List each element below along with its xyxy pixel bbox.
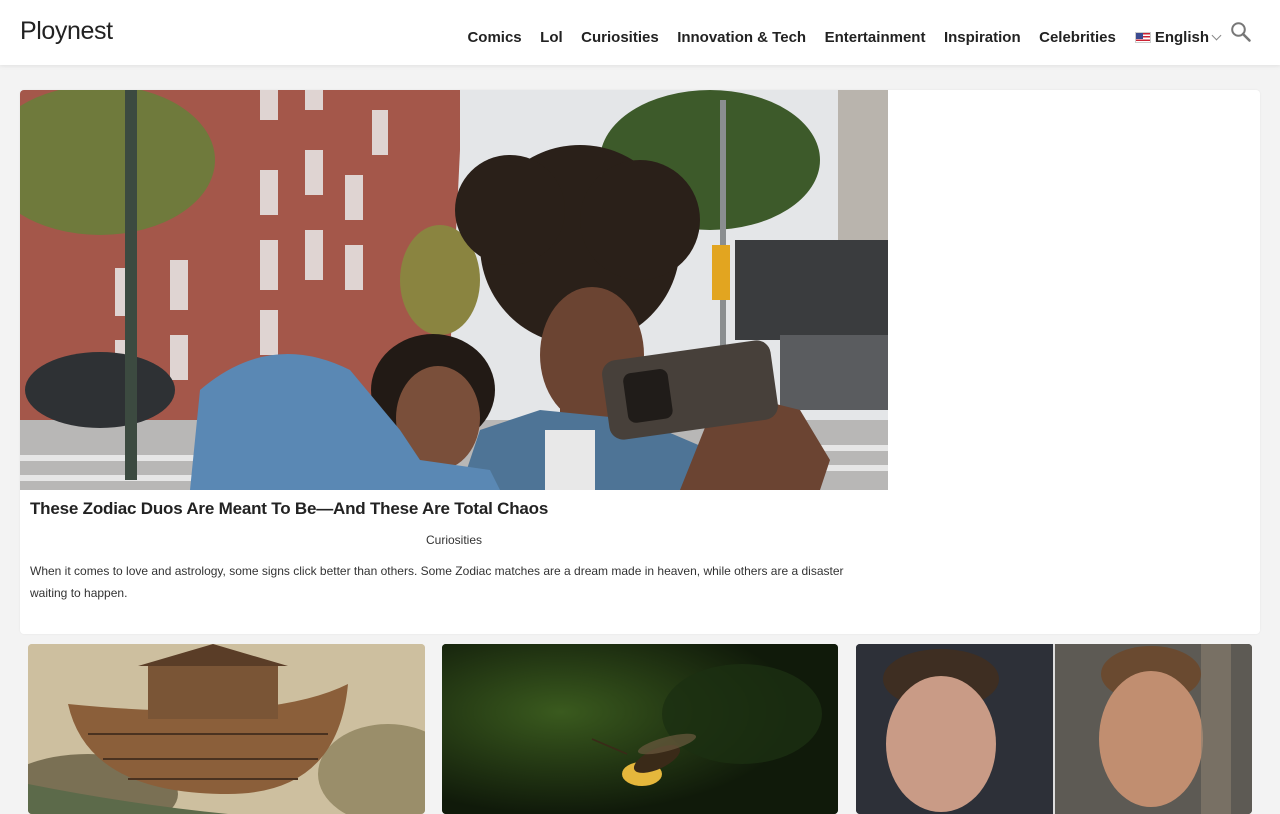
site-header: Ploynest Comics Lol Curiosities Innovati… xyxy=(0,0,1280,65)
featured-article-category[interactable]: Curiosities xyxy=(20,533,888,547)
article-card-ark[interactable] xyxy=(28,644,425,814)
nav-item-inspiration[interactable]: Inspiration xyxy=(944,22,1021,53)
featured-article-image[interactable] xyxy=(20,90,888,490)
nav-item-celebrities[interactable]: Celebrities xyxy=(1039,22,1116,53)
celebrities-image xyxy=(856,644,1252,814)
article-card-firefly[interactable] xyxy=(442,644,838,814)
selfie-photo xyxy=(20,90,888,490)
featured-article-excerpt: When it comes to love and astrology, som… xyxy=(30,564,844,600)
us-flag-icon xyxy=(1134,32,1151,43)
search-icon xyxy=(1231,22,1251,42)
search-button[interactable] xyxy=(1230,21,1252,43)
language-label: English xyxy=(1154,28,1209,46)
nav-item-lol[interactable]: Lol xyxy=(540,22,563,53)
main-nav: Comics Lol Curiosities Innovation & Tech… xyxy=(449,22,1252,52)
ark-illustration-image xyxy=(28,644,425,814)
nav-item-curiosities[interactable]: Curiosities xyxy=(581,22,659,53)
featured-article-title[interactable]: These Zodiac Duos Are Meant To Be—And Th… xyxy=(30,499,880,519)
article-card-celebrities[interactable] xyxy=(856,644,1252,814)
nav-item-innovation-tech[interactable]: Innovation & Tech xyxy=(677,22,806,53)
nav-item-comics[interactable]: Comics xyxy=(467,22,521,53)
featured-article-card[interactable]: These Zodiac Duos Are Meant To Be—And Th… xyxy=(20,90,1260,634)
language-selector[interactable]: English xyxy=(1134,22,1222,53)
nav-item-entertainment[interactable]: Entertainment xyxy=(825,22,926,53)
chevron-down-icon xyxy=(1211,30,1222,41)
site-logo[interactable]: Ploynest xyxy=(20,17,113,46)
firefly-image xyxy=(442,644,838,814)
